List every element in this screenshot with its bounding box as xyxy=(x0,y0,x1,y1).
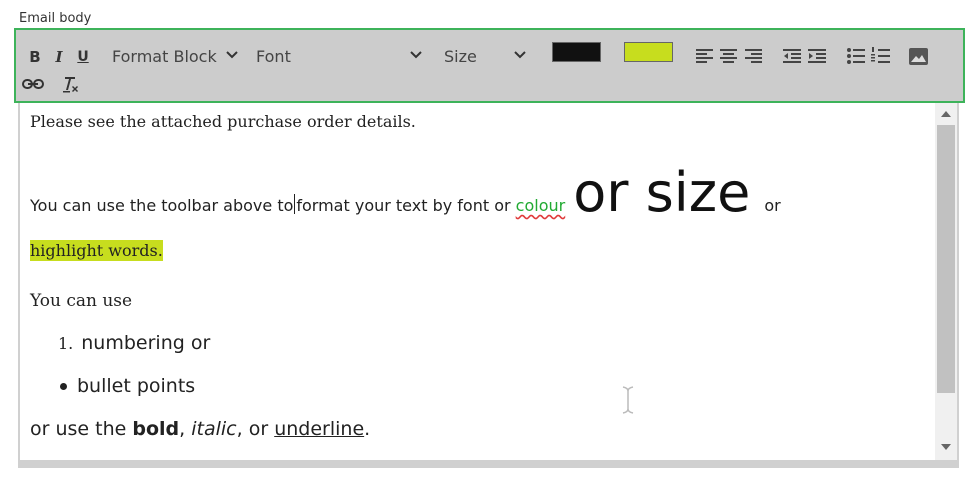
fmt-text-a: or use the xyxy=(30,418,133,440)
italic-word: italic xyxy=(191,418,237,440)
clear-format-icon[interactable] xyxy=(61,76,80,94)
chevron-down-icon xyxy=(410,51,422,59)
chevron-down-icon xyxy=(226,51,238,59)
align-center-icon[interactable] xyxy=(720,49,737,63)
text-color-picker[interactable] xyxy=(552,42,601,62)
tip-text-a: You can use the toolbar above to xyxy=(30,196,294,215)
fmt-text-d: . xyxy=(364,418,371,440)
fmt-text-b: , xyxy=(179,418,192,440)
text-caret xyxy=(294,194,296,214)
underline-word: underline xyxy=(274,418,365,440)
scroll-down-icon[interactable] xyxy=(941,444,951,450)
underline-button[interactable]: U xyxy=(76,48,90,66)
list-item: 1. numbering or xyxy=(58,332,210,354)
tip-or: or xyxy=(764,196,781,215)
colour-word: colour xyxy=(515,196,566,215)
indent-icon[interactable] xyxy=(808,49,826,63)
paragraph-formatting: or use the bold, italic, or underline. xyxy=(30,418,370,440)
font-value: Font xyxy=(256,46,291,66)
list-number: 1. xyxy=(58,334,74,353)
align-right-icon[interactable] xyxy=(745,49,762,63)
chevron-down-icon xyxy=(514,51,526,59)
list-item: bullet points xyxy=(60,375,195,397)
list-item-text: numbering or xyxy=(81,332,211,354)
outdent-icon[interactable] xyxy=(783,49,801,63)
bullet-list-icon[interactable] xyxy=(847,48,865,64)
scroll-up-icon[interactable] xyxy=(941,111,951,117)
size-select[interactable]: Size xyxy=(444,44,526,68)
numbered-list-icon[interactable] xyxy=(871,47,890,65)
editor-content[interactable]: Please see the attached purchase order d… xyxy=(20,103,935,460)
editor-scrollbar[interactable] xyxy=(935,103,957,460)
link-icon[interactable] xyxy=(22,78,44,90)
editor-toolbar: B I U Format Block Font Size xyxy=(14,28,965,103)
text-cursor-icon xyxy=(622,386,634,414)
font-select[interactable]: Font xyxy=(256,44,422,68)
size-value: Size xyxy=(444,46,477,66)
highlighted-text: highlight words. xyxy=(30,240,163,261)
bold-button[interactable]: B xyxy=(28,48,42,66)
bold-word: bold xyxy=(132,418,180,440)
paragraph-you-can-use: You can use xyxy=(30,291,133,311)
align-left-icon[interactable] xyxy=(696,49,713,63)
italic-button[interactable]: I xyxy=(52,48,66,66)
paragraph-toolbar-tip: You can use the toolbar above to format … xyxy=(30,163,781,223)
format-block-value: Format Block xyxy=(112,46,217,66)
email-body-label: Email body xyxy=(19,11,92,26)
list-item-text: bullet points xyxy=(77,375,196,397)
scrollbar-thumb[interactable] xyxy=(937,125,955,393)
format-block-select[interactable]: Format Block xyxy=(112,44,238,68)
highlight-color-picker[interactable] xyxy=(624,42,673,62)
paragraph-intro: Please see the attached purchase order d… xyxy=(30,112,416,131)
insert-image-icon[interactable] xyxy=(909,48,928,65)
big-size-text: or size xyxy=(573,161,751,224)
fmt-text-c: , or xyxy=(236,418,275,440)
bullet-icon xyxy=(60,382,67,390)
tip-text-b: format your text by font or xyxy=(296,196,511,215)
